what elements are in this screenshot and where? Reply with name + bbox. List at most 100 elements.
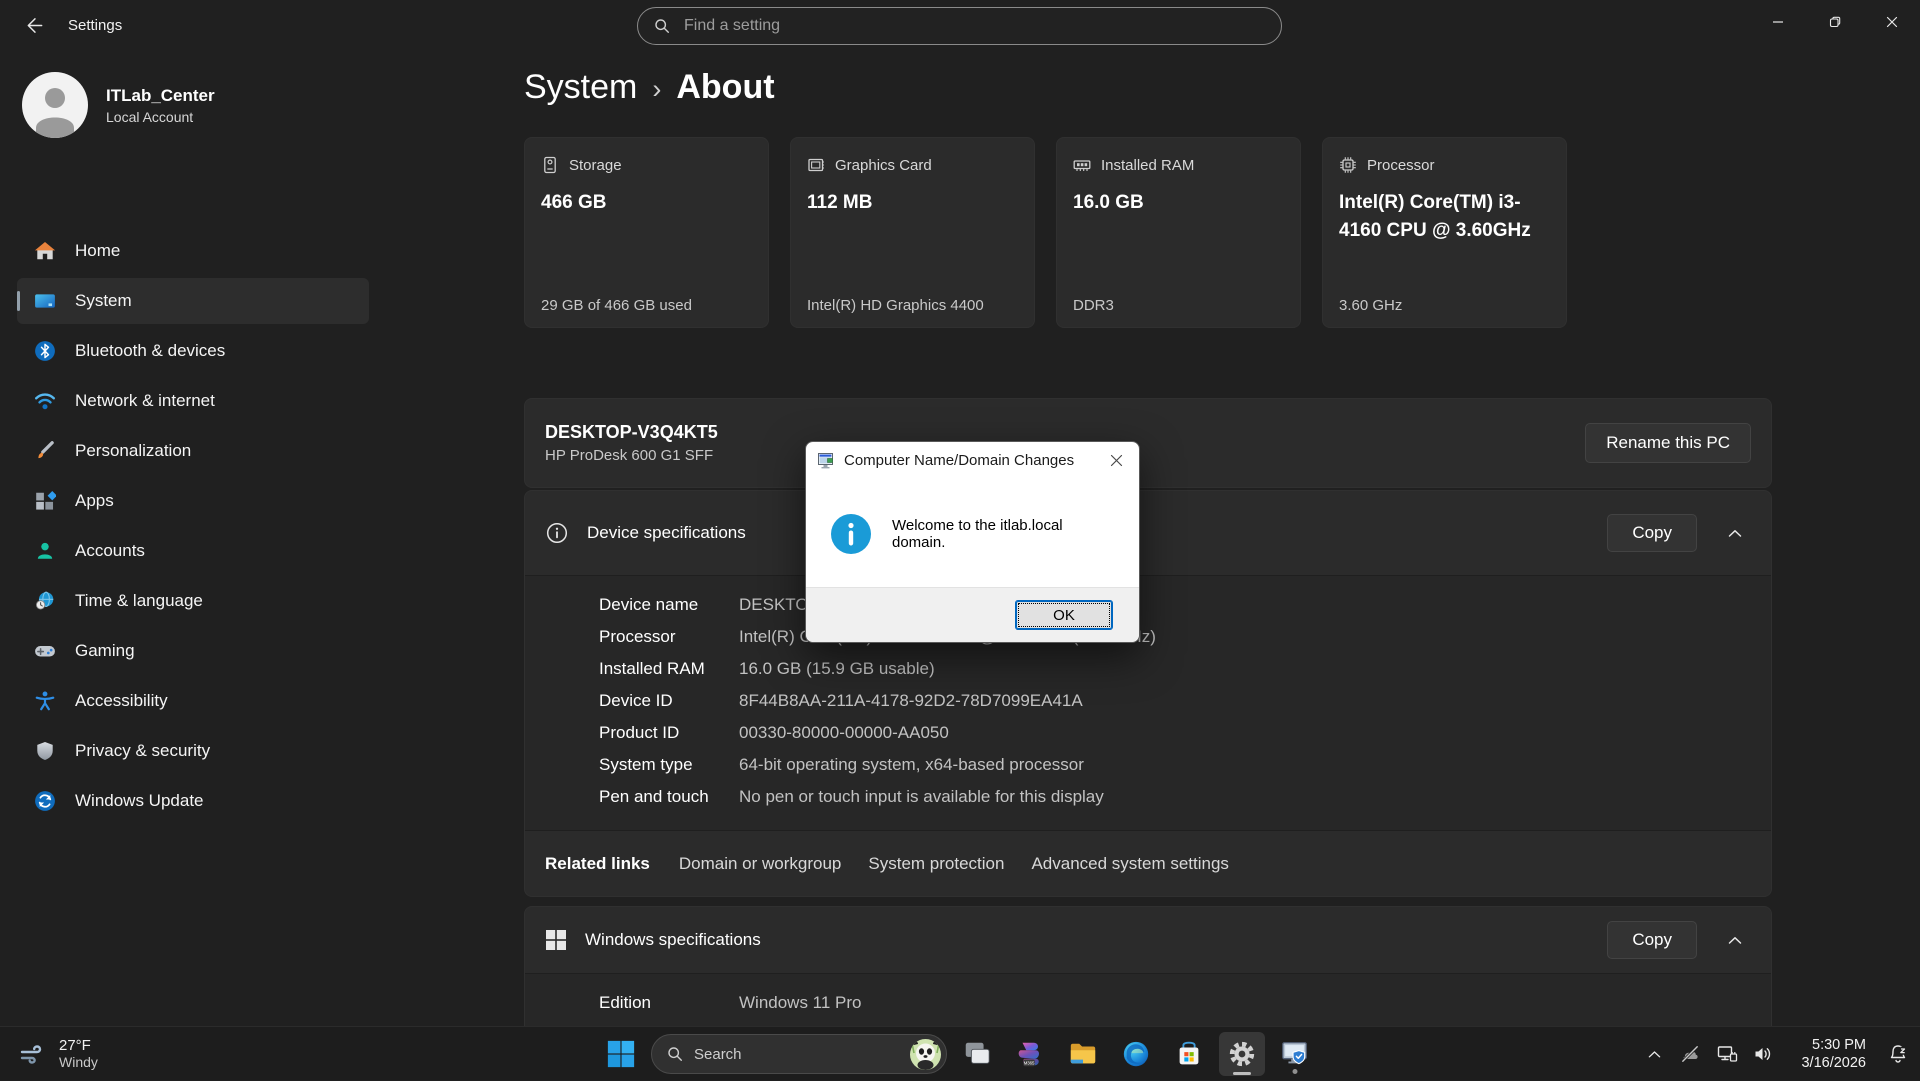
start-button[interactable] xyxy=(598,1032,644,1076)
card-label: Processor xyxy=(1367,157,1435,174)
system-icon xyxy=(33,290,57,312)
close-icon xyxy=(1886,16,1898,28)
weather-condition: Windy xyxy=(59,1054,98,1071)
storage-card[interactable]: Storage 466 GB 29 GB of 466 GB used xyxy=(524,137,769,328)
maximize-button[interactable] xyxy=(1806,0,1863,44)
link-system-protection[interactable]: System protection xyxy=(868,854,1004,874)
sidebar-item-label: Bluetooth & devices xyxy=(75,341,225,361)
cloud-slash-icon xyxy=(1678,1042,1702,1066)
card-value: Intel(R) Core(TM) i3-4160 CPU @ 3.60GHz xyxy=(1339,189,1550,245)
card-value: 466 GB xyxy=(541,189,752,217)
spec-label: Device ID xyxy=(599,691,739,711)
account-card[interactable]: ITLab_Center Local Account xyxy=(22,72,215,138)
graphics-card-card[interactable]: Graphics Card 112 MB Intel(R) HD Graphic… xyxy=(790,137,1035,328)
spec-row: Device ID8F44B8AA-211A-4178-92D2-78D7099… xyxy=(525,685,1771,717)
back-button[interactable] xyxy=(14,7,54,43)
taskbar-search-label: Search xyxy=(694,1046,742,1063)
dialog-close-button[interactable] xyxy=(1095,442,1137,479)
dialog-system-icon xyxy=(818,453,835,469)
sidebar-item-label: Apps xyxy=(75,491,114,511)
copilot-m365-icon: M365 xyxy=(1015,1039,1045,1069)
sidebar-item-home[interactable]: Home xyxy=(17,228,369,274)
file-explorer-button[interactable] xyxy=(1060,1032,1106,1076)
sidebar-item-label: System xyxy=(75,291,132,311)
window-controls xyxy=(1749,0,1920,44)
sidebar-item-privacy-security[interactable]: Privacy & security xyxy=(17,728,369,774)
tray-overflow-button[interactable] xyxy=(1638,1032,1670,1076)
related-links-title: Related links xyxy=(545,854,650,874)
dialog-footer: OK xyxy=(806,587,1139,642)
clock-tray-button[interactable]: 5:30 PM 3/16/2026 xyxy=(1782,1032,1878,1076)
search-input[interactable] xyxy=(682,16,1265,36)
settings-app-button[interactable] xyxy=(1219,1032,1265,1076)
card-footer: Intel(R) HD Graphics 4400 xyxy=(807,297,984,314)
windows-update-icon xyxy=(33,790,57,812)
rename-pc-button[interactable]: Rename this PC xyxy=(1585,423,1751,463)
spec-label: Product ID xyxy=(599,723,739,743)
card-footer: 29 GB of 466 GB used xyxy=(541,297,692,314)
sidebar-item-label: Accessibility xyxy=(75,691,168,711)
close-button[interactable] xyxy=(1863,0,1920,44)
microsoft-store-button[interactable] xyxy=(1166,1032,1212,1076)
account-type: Local Account xyxy=(106,109,215,125)
card-footer: 3.60 GHz xyxy=(1339,297,1402,314)
breadcrumb-system[interactable]: System xyxy=(524,68,637,107)
link-advanced-system-settings[interactable]: Advanced system settings xyxy=(1031,854,1228,874)
copy-device-specs-button[interactable]: Copy xyxy=(1607,514,1697,552)
settings-sidebar: ITLab_Center Local Account Home System B… xyxy=(0,50,380,1026)
dialog-message: Welcome to the itlab.local domain. xyxy=(892,517,1115,551)
summary-cards: Storage 466 GB 29 GB of 466 GB used Grap… xyxy=(524,137,1567,328)
installed-ram-card[interactable]: Installed RAM 16.0 GB DDR3 xyxy=(1056,137,1301,328)
avatar xyxy=(22,72,88,138)
windows-start-icon xyxy=(606,1039,636,1069)
chevron-up-icon xyxy=(1728,936,1742,945)
sidebar-item-gaming[interactable]: Gaming xyxy=(17,628,369,674)
spec-value: 00330-80000-00000-AA050 xyxy=(739,723,949,743)
card-value: 16.0 GB xyxy=(1073,189,1284,217)
ok-button[interactable]: OK xyxy=(1015,600,1113,630)
taskbar-search-box[interactable]: Search xyxy=(651,1034,947,1074)
domain-changes-dialog: Computer Name/Domain Changes Welcome to … xyxy=(805,441,1140,643)
gaming-icon xyxy=(33,640,57,662)
sidebar-item-label: Home xyxy=(75,241,120,261)
accounts-icon xyxy=(33,540,57,562)
sidebar-item-personalization[interactable]: Personalization xyxy=(17,428,369,474)
network-icon xyxy=(33,390,57,412)
onedrive-offline-button[interactable] xyxy=(1672,1032,1708,1076)
minimize-button[interactable] xyxy=(1749,0,1806,44)
sidebar-item-network-internet[interactable]: Network & internet xyxy=(17,378,369,424)
sidebar-item-apps[interactable]: Apps xyxy=(17,478,369,524)
svg-text:M365: M365 xyxy=(1024,1061,1035,1066)
network-tray-button[interactable] xyxy=(1710,1032,1744,1076)
chevron-up-icon xyxy=(1648,1050,1661,1059)
copilot-m365-button[interactable]: M365 xyxy=(1007,1032,1053,1076)
collapse-windows-specs-button[interactable] xyxy=(1715,922,1755,958)
sidebar-item-system[interactable]: System xyxy=(17,278,369,324)
volume-button[interactable] xyxy=(1746,1032,1780,1076)
copy-windows-specs-button[interactable]: Copy xyxy=(1607,921,1697,959)
windows-specifications-header[interactable]: Windows specifications Copy xyxy=(525,907,1771,973)
card-label: Graphics Card xyxy=(835,157,932,174)
weather-widget[interactable]: 27°F Windy xyxy=(8,1027,108,1081)
spec-row: Device nameDESKTOP-V3Q4KT5 xyxy=(525,589,1771,621)
card-footer: DDR3 xyxy=(1073,297,1114,314)
notification-center-button[interactable] xyxy=(1880,1032,1916,1076)
system-properties-app-button[interactable] xyxy=(1272,1032,1318,1076)
settings-search-box[interactable] xyxy=(637,7,1282,45)
collapse-device-specs-button[interactable] xyxy=(1715,515,1755,551)
sidebar-item-accessibility[interactable]: Accessibility xyxy=(17,678,369,724)
sidebar-item-time-language[interactable]: Time & language xyxy=(17,578,369,624)
sidebar-item-windows-update[interactable]: Windows Update xyxy=(17,778,369,824)
task-view-button[interactable] xyxy=(954,1032,1000,1076)
spec-row: ProcessorIntel(R) Core(TM) i3-4160 CPU @… xyxy=(525,621,1771,653)
edge-icon xyxy=(1121,1039,1151,1069)
sidebar-item-bluetooth-devices[interactable]: Bluetooth & devices xyxy=(17,328,369,374)
device-specifications-header[interactable]: Device specifications Copy xyxy=(525,491,1771,575)
edge-browser-button[interactable] xyxy=(1113,1032,1159,1076)
link-domain-or-workgroup[interactable]: Domain or workgroup xyxy=(679,854,842,874)
system-tray: 5:30 PM 3/16/2026 xyxy=(1638,1027,1916,1081)
processor-card[interactable]: Processor Intel(R) Core(TM) i3-4160 CPU … xyxy=(1322,137,1567,328)
tray-time: 5:30 PM xyxy=(1794,1036,1866,1054)
spec-label: Pen and touch xyxy=(599,787,739,807)
sidebar-item-accounts[interactable]: Accounts xyxy=(17,528,369,574)
